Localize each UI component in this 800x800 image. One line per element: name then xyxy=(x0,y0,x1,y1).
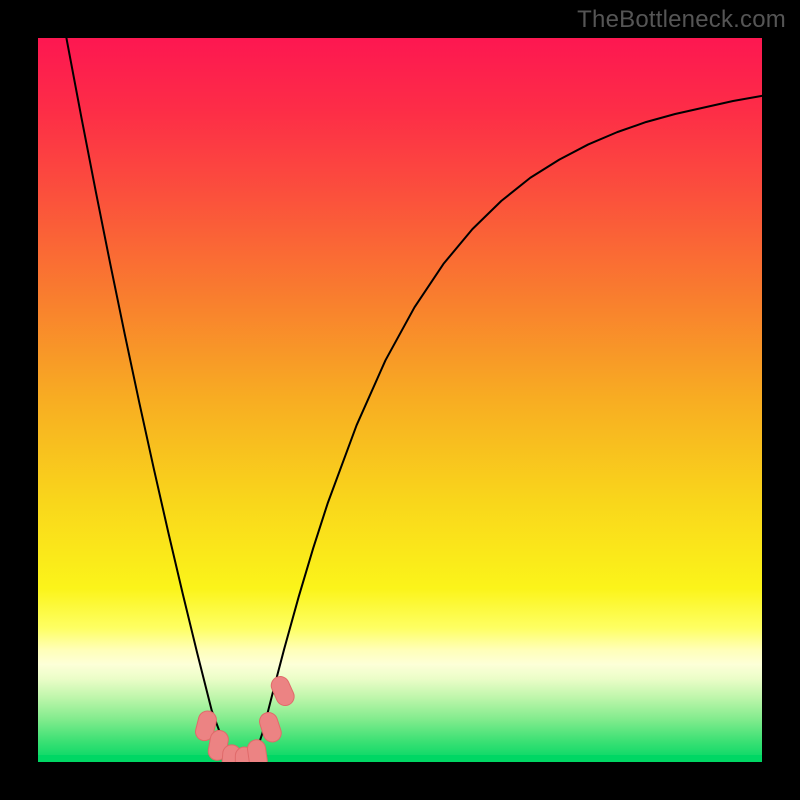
chart-plot-area xyxy=(38,38,762,762)
watermark-text: TheBottleneck.com xyxy=(577,6,786,34)
chart-outer-frame: TheBottleneck.com xyxy=(0,0,800,800)
chart-svg xyxy=(38,38,762,762)
chart-bottom-strip xyxy=(38,755,762,762)
chart-background xyxy=(38,38,762,762)
